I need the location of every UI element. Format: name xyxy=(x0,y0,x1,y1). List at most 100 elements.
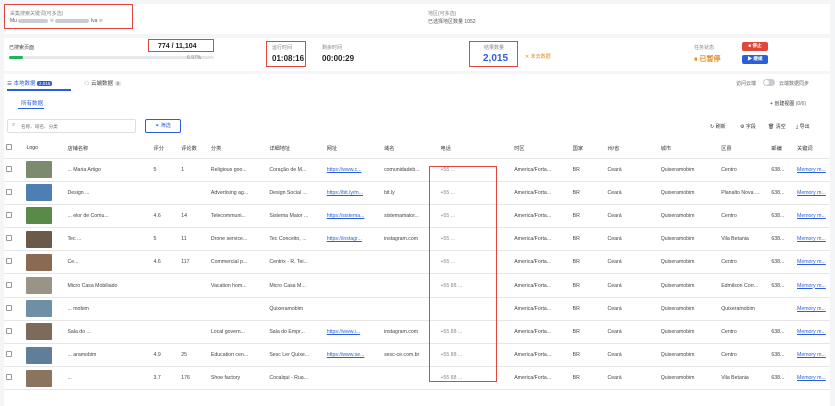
table-row[interactable]: ... elor de Comu... 4.6 14 Telecommuni... Si… xyxy=(4,204,830,229)
tab-cloud[interactable]: ☁ 云端数据 0 xyxy=(84,79,122,87)
row-checkbox[interactable] xyxy=(6,235,12,242)
table-row[interactable]: ... Maria Artigo 5 1 Religious goo... Coraçã… xyxy=(4,158,830,182)
cell-keyword[interactable]: Memory m... xyxy=(795,181,830,205)
cell-name: Sala do ... xyxy=(65,320,152,345)
cell-website[interactable]: https://www.c... xyxy=(324,158,383,182)
row-checkbox[interactable] xyxy=(6,188,12,195)
cell-keyword[interactable]: Memory m... xyxy=(795,297,830,321)
cell-website[interactable]: https://instagr... xyxy=(324,227,383,252)
column-header[interactable]: 评论数 xyxy=(179,139,209,159)
cell-keyword[interactable]: Memory m... xyxy=(795,250,830,275)
continue-button[interactable]: ▶ 继续 xyxy=(742,55,768,64)
progress-fill xyxy=(9,56,24,59)
cell-website[interactable]: https://bit.ly/m... xyxy=(324,181,383,205)
cell-website[interactable]: https://www.se... xyxy=(324,343,383,368)
cloud-sync-label: 云端数据同步 xyxy=(779,81,810,87)
cell-city: Quixeramobim xyxy=(658,204,720,229)
row-checkbox-cell[interactable] xyxy=(4,181,25,205)
refresh-button[interactable]: ↻ 刷新 xyxy=(710,123,726,130)
remaining-value: 00:00:29 xyxy=(322,54,355,63)
column-header[interactable]: 电话 xyxy=(438,139,513,159)
row-checkbox[interactable] xyxy=(6,165,12,172)
row-checkbox[interactable] xyxy=(6,374,12,381)
cell-website[interactable] xyxy=(324,297,383,321)
column-header[interactable]: 国家 xyxy=(570,139,606,159)
data-table: Logo 店铺名称 评分 评论数 分类 详细地址 网址 域名 电话 时区 国家 州/省 城市 区县 邮编 关键… xyxy=(4,139,830,391)
sync-toggle[interactable] xyxy=(763,79,775,86)
row-checkbox[interactable] xyxy=(6,351,12,358)
fields-button[interactable]: ⚙ 字段 xyxy=(740,123,756,130)
cell-city: Quixeramobim xyxy=(658,273,720,298)
column-header[interactable]: 关键词 xyxy=(795,139,830,159)
table-row[interactable]: ... mobim Quixeramobim America/Forta... BR C… xyxy=(4,297,830,321)
cell-keyword[interactable]: Memory m... xyxy=(795,366,830,391)
column-header[interactable]: 城市 xyxy=(658,139,720,159)
row-checkbox-cell[interactable] xyxy=(4,273,25,298)
select-all-checkbox[interactable] xyxy=(6,144,12,151)
table-row[interactable]: Design ... Advertising ag... Design Social… xyxy=(4,181,830,205)
search-box[interactable]: ⌕ xyxy=(7,119,136,133)
cell-country: BR xyxy=(570,204,606,229)
stop-button[interactable]: ■ 停止 xyxy=(742,42,768,51)
row-checkbox-cell[interactable] xyxy=(4,366,25,391)
table-row[interactable]: ... 3.7 176 Shoe factory Cocalqui - Rua... +5… xyxy=(4,366,830,391)
export-button[interactable]: ⤓ 导出 xyxy=(796,123,810,130)
row-checkbox[interactable] xyxy=(6,211,12,218)
logo-cell xyxy=(24,297,66,321)
subtab-underline xyxy=(18,108,44,109)
row-checkbox-cell[interactable] xyxy=(4,343,25,368)
cell-state: Ceará xyxy=(605,343,659,368)
row-checkbox[interactable] xyxy=(6,327,12,334)
column-header[interactable]: 州/省 xyxy=(605,139,659,159)
column-header[interactable]: 时区 xyxy=(512,139,571,159)
search-input[interactable] xyxy=(21,122,131,130)
cell-zip: 638... xyxy=(769,273,795,298)
table-row[interactable]: Ce... 4.6 117 Commercial p... Centrix - R. T… xyxy=(4,250,830,275)
cell-website[interactable] xyxy=(324,250,383,275)
column-header[interactable]: 邮编 xyxy=(769,139,795,159)
row-checkbox[interactable] xyxy=(6,304,12,311)
select-all-checkbox-cell[interactable] xyxy=(4,139,25,159)
highlight-box xyxy=(429,166,497,382)
cell-name: ... Maria Artigo xyxy=(65,158,152,182)
tab-local[interactable]: ☰ 本地数据 2,015 xyxy=(7,79,53,87)
cell-website[interactable]: https://sistema... xyxy=(324,204,383,229)
cell-keyword[interactable]: Memory m... xyxy=(795,320,830,345)
cell-website[interactable] xyxy=(324,273,383,298)
column-header[interactable]: 区县 xyxy=(719,139,770,159)
cell-keyword[interactable]: Memory m... xyxy=(795,343,830,368)
column-header[interactable]: 分类 xyxy=(208,139,268,159)
cell-keyword[interactable]: Memory m... xyxy=(795,204,830,229)
filter-button[interactable]: ⏷ 筛选 xyxy=(145,119,181,133)
column-header[interactable]: Logo xyxy=(24,139,66,159)
clear-button[interactable]: 🗑 清空 xyxy=(768,123,786,130)
row-checkbox-cell[interactable] xyxy=(4,227,25,252)
row-checkbox-cell[interactable] xyxy=(4,158,25,182)
cell-website[interactable]: https://www.i... xyxy=(324,320,383,345)
create-view-button[interactable]: + 创建视图 (0/6) xyxy=(770,100,806,107)
cell-keyword[interactable]: Memory m... xyxy=(795,158,830,182)
cell-tz: America/Forta... xyxy=(512,204,571,229)
column-header[interactable]: 域名 xyxy=(382,139,439,159)
cell-rating: 4.6 xyxy=(151,204,180,229)
column-header[interactable]: 详细地址 xyxy=(267,139,325,159)
tab-all-data[interactable]: 所有数据 xyxy=(21,99,43,107)
row-checkbox-cell[interactable] xyxy=(4,250,25,275)
task-label: 任务状态 xyxy=(694,45,715,51)
column-header[interactable]: 网址 xyxy=(324,139,383,159)
row-checkbox[interactable] xyxy=(6,281,12,288)
table-row[interactable]: Micro Casa Mobiliado Vacation hom... Micro… xyxy=(4,273,830,298)
table-row[interactable]: Tec ... 5 11 Drone service... Tec Conceito, … xyxy=(4,227,830,252)
row-checkbox-cell[interactable] xyxy=(4,297,25,321)
column-header[interactable]: 店铺名称 xyxy=(65,139,152,159)
cell-website[interactable] xyxy=(324,366,383,391)
table-row[interactable]: Sala do ... Local govern... Sala do Empr..… xyxy=(4,320,830,345)
row-checkbox[interactable] xyxy=(6,258,12,265)
row-checkbox-cell[interactable] xyxy=(4,204,25,229)
column-header[interactable]: 评分 xyxy=(151,139,180,159)
row-checkbox-cell[interactable] xyxy=(4,320,25,345)
table-row[interactable]: ... aramobim 4.9 25 Education cen... Sesc Le… xyxy=(4,343,830,368)
cell-keyword[interactable]: Memory m... xyxy=(795,227,830,252)
cell-country: BR xyxy=(570,343,606,368)
cell-keyword[interactable]: Memory m... xyxy=(795,273,830,298)
